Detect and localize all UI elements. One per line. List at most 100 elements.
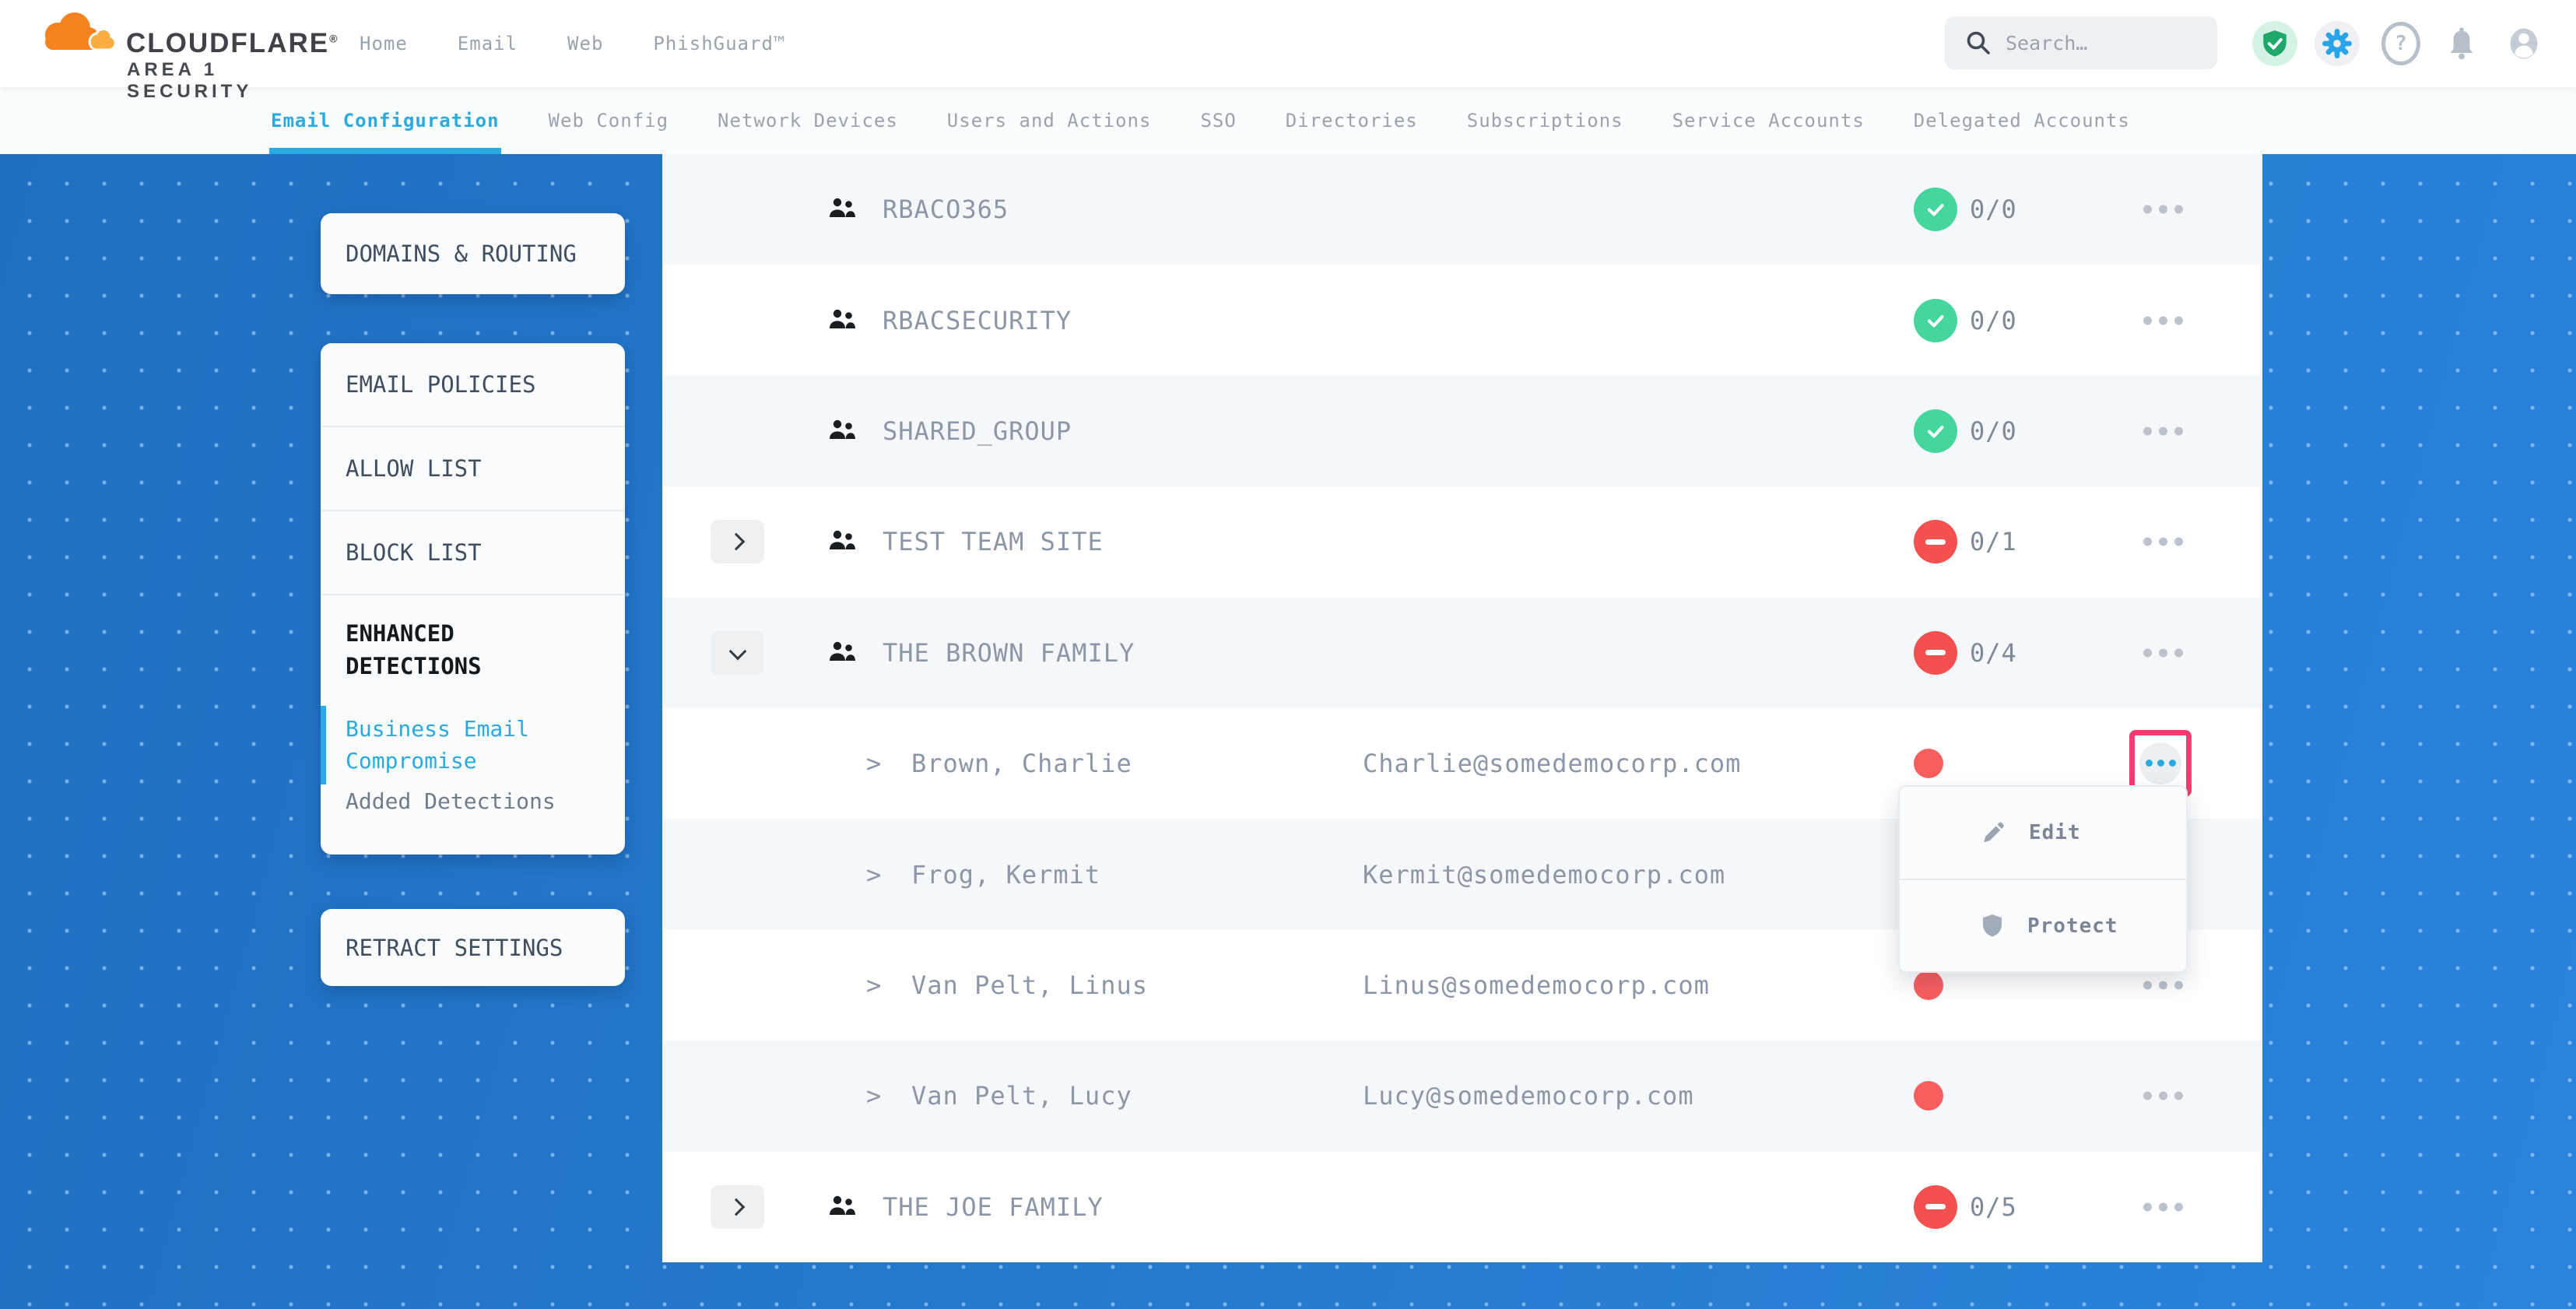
status-fail-badge <box>1914 1185 1957 1229</box>
tab-subscriptions[interactable]: Subscriptions <box>1467 87 1623 154</box>
groups-table: RBACO3650/0RBACSECURITY0/0SHARED_GROUP0/… <box>662 154 2262 1262</box>
member-name: Van Pelt, Linus <box>911 970 1148 1000</box>
member-email: Charlie@somedemocorp.com <box>1363 749 1741 778</box>
status-alert-dot <box>1914 1081 1943 1111</box>
minus-icon <box>1925 539 1946 545</box>
row-actions-button[interactable] <box>2140 1084 2186 1108</box>
status-fail-badge <box>1914 520 1957 563</box>
status-alert-dot <box>1914 749 1943 778</box>
search-box[interactable] <box>1945 16 2217 69</box>
sidebar-item-domains-routing[interactable]: DOMAINS & ROUTING <box>321 213 625 294</box>
group-name: THE JOE FAMILY <box>883 1192 1104 1222</box>
table-row: THE JOE FAMILY0/5 <box>662 1152 2262 1262</box>
status-pass-badge <box>1914 409 1957 453</box>
sidebar-item-email-policies[interactable]: EMAIL POLICIES <box>321 343 625 427</box>
row-actions-button[interactable] <box>2140 198 2186 222</box>
chevron-down-icon <box>728 642 746 660</box>
expand-group-button[interactable] <box>711 1185 764 1229</box>
group-name: RBACO365 <box>883 195 1009 224</box>
tab-directories[interactable]: Directories <box>1286 87 1418 154</box>
shield-icon <box>1940 914 2004 939</box>
nav-item-web[interactable]: Web <box>567 33 603 54</box>
tab-users-and-actions[interactable]: Users and Actions <box>947 87 1152 154</box>
section-tabs: Email ConfigurationWeb ConfigNetwork Dev… <box>0 87 2576 154</box>
table-row: RBACO365 0/0 <box>662 154 2262 265</box>
status-fail-badge <box>1914 631 1957 675</box>
group-people-icon <box>827 1194 857 1220</box>
expand-group-button[interactable] <box>711 520 764 563</box>
sidebar-item-block-list[interactable]: BLOCK LIST <box>321 511 625 595</box>
row-actions-button[interactable] <box>2140 419 2186 443</box>
member-caret: > <box>866 749 881 778</box>
table-row: RBACSECURITY0/0 <box>662 265 2262 375</box>
brand-subtext: AREA 1 SECURITY <box>127 59 314 103</box>
sidebar-item-allow-list[interactable]: ALLOW LIST <box>321 427 625 511</box>
protected-count: 0/1 <box>1970 527 2017 556</box>
cloudflare-cloud-icon <box>34 9 117 58</box>
cloudflare-logo[interactable]: CLOUDFLARE® AREA 1 SECURITY <box>34 8 314 79</box>
chevron-right-icon <box>727 533 745 551</box>
table-row: SHARED_GROUP 0/0 <box>662 376 2262 486</box>
search-input[interactable] <box>2004 31 2194 55</box>
minus-icon <box>1925 1204 1946 1209</box>
settings-gear-icon[interactable] <box>2315 21 2360 66</box>
group-people-icon <box>827 528 857 555</box>
nav-item-phishguard[interactable]: PhishGuard™ <box>653 33 785 54</box>
status-pass-badge <box>1914 299 1957 342</box>
member-caret: > <box>866 970 881 1000</box>
collapse-group-button[interactable] <box>711 631 764 675</box>
group-name: TEST TEAM SITE <box>883 527 1104 556</box>
nav-item-email[interactable]: Email <box>458 33 518 54</box>
row-actions-button[interactable] <box>2140 308 2186 332</box>
group-name: SHARED_GROUP <box>883 416 1072 446</box>
nav-item-home[interactable]: Home <box>360 33 408 54</box>
member-caret: > <box>866 1081 881 1111</box>
protected-count: 0/0 <box>1970 416 2017 446</box>
help-icon[interactable]: ? <box>2378 21 2423 66</box>
table-row: THE BROWN FAMILY 0/4 <box>662 598 2262 708</box>
sidebar-card-retract-settings: RETRACT SETTINGS <box>321 909 625 986</box>
row-context-menu: Edit Protect <box>1898 785 2188 973</box>
pencil-icon <box>1940 820 2006 845</box>
protected-count: 0/4 <box>1970 638 2017 668</box>
member-email: Kermit@somedemocorp.com <box>1363 860 1725 890</box>
group-people-icon <box>827 196 857 223</box>
group-name: THE BROWN FAMILY <box>883 638 1135 668</box>
row-actions-button[interactable] <box>2140 640 2186 665</box>
row-actions-button[interactable] <box>2140 1195 2186 1219</box>
search-icon <box>1965 30 1992 56</box>
sidebar-item-enhanced-detections[interactable]: ENHANCED DETECTIONS <box>321 595 625 704</box>
protected-count: 0/0 <box>1970 195 2017 224</box>
status-alert-dot <box>1914 970 1943 1000</box>
sidebar-item-added-detections[interactable]: Added Detections <box>321 786 625 855</box>
member-name: Frog, Kermit <box>911 860 1100 890</box>
group-people-icon <box>827 640 857 666</box>
user-avatar-icon[interactable] <box>2501 21 2546 66</box>
row-actions-button[interactable] <box>2140 973 2186 997</box>
group-people-icon <box>827 418 857 444</box>
row-actions-button-active[interactable] <box>2139 742 2181 784</box>
shield-check-icon[interactable] <box>2252 21 2297 66</box>
member-email: Lucy@somedemocorp.com <box>1363 1081 1694 1111</box>
notifications-bell-icon[interactable] <box>2439 21 2484 66</box>
tab-sso[interactable]: SSO <box>1200 87 1236 154</box>
sidebar-item-retract-settings[interactable]: RETRACT SETTINGS <box>321 909 625 986</box>
row-actions-button[interactable] <box>2140 530 2186 554</box>
top-nav: Home Email Web PhishGuard™ <box>360 0 785 87</box>
tab-delegated-accounts[interactable]: Delegated Accounts <box>1914 87 2130 154</box>
menu-item-protect[interactable]: Protect <box>1900 879 2186 972</box>
brand-text: CLOUDFLARE® <box>126 28 339 59</box>
sidebar-item-business-email-compromise[interactable]: Business Email Compromise <box>321 704 625 786</box>
app-header: CLOUDFLARE® AREA 1 SECURITY Home Email Web… <box>0 0 2576 87</box>
member-caret: > <box>866 860 881 890</box>
protected-count: 0/0 <box>1970 306 2017 335</box>
tab-service-accounts[interactable]: Service Accounts <box>1672 87 1865 154</box>
tab-network-devices[interactable]: Network Devices <box>718 87 898 154</box>
sidebar-card-policies: EMAIL POLICIESALLOW LISTBLOCK LISTENHANC… <box>321 343 625 855</box>
menu-item-edit[interactable]: Edit <box>1900 787 2186 879</box>
member-email: Linus@somedemocorp.com <box>1363 970 1710 1000</box>
menu-item-label: Protect <box>2027 914 2118 938</box>
menu-item-label: Edit <box>2029 821 2081 844</box>
status-pass-badge <box>1914 188 1957 231</box>
tab-web-config[interactable]: Web Config <box>549 87 669 154</box>
